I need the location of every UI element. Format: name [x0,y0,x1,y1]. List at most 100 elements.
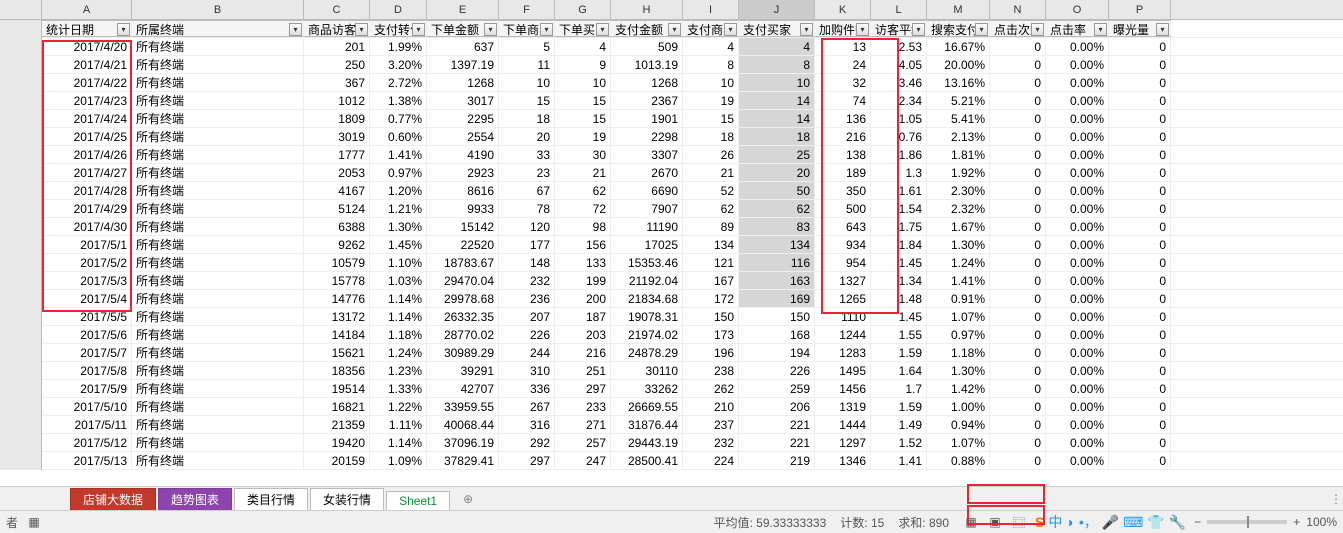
cell[interactable]: 18 [683,128,739,145]
cell[interactable]: 2017/5/6 [42,326,132,343]
cell[interactable]: 1.59 [871,398,927,415]
cell[interactable]: 4 [683,38,739,55]
cell[interactable]: 13 [815,38,871,55]
table-row[interactable]: 2017/4/22所有终端3672.72%1268101012681010323… [0,74,1343,92]
table-row[interactable]: 2017/5/6所有终端141841.18%28770.022262032197… [0,326,1343,344]
table-row[interactable]: 2017/5/13所有终端201591.09%37829.41297247285… [0,452,1343,470]
cell[interactable]: 1.99% [370,38,427,55]
cell[interactable]: 1.14% [370,434,427,451]
cell[interactable]: 1397.19 [427,56,499,73]
cell[interactable]: 2.53 [871,38,927,55]
cell[interactable]: 0.60% [370,128,427,145]
cell[interactable]: 98 [555,218,611,235]
cell[interactable]: 0.00% [1046,308,1109,325]
cell[interactable]: 4.05 [871,56,927,73]
table-row[interactable]: 2017/4/29所有终端51241.21%993378727907626250… [0,200,1343,218]
cell[interactable]: 13.16% [927,74,990,91]
cell[interactable]: 244 [499,344,555,361]
cell[interactable]: 1.92% [927,164,990,181]
table-row[interactable]: 2017/4/21所有终端2503.20%1397.191191013.1988… [0,56,1343,74]
header-cell[interactable]: 支付金额▾ [611,20,683,37]
cell[interactable]: 292 [499,434,555,451]
cell[interactable]: 42707 [427,380,499,397]
cell[interactable]: 1013.19 [611,56,683,73]
cell[interactable]: 2017/4/22 [42,74,132,91]
cell[interactable]: 83 [739,218,815,235]
cell[interactable]: 5.21% [927,92,990,109]
col-header-B[interactable]: B [132,0,304,19]
cell[interactable]: 1.24% [927,254,990,271]
cell[interactable]: 136 [815,110,871,127]
cell[interactable]: 267 [499,398,555,415]
cell[interactable]: 0.00% [1046,38,1109,55]
header-cell[interactable]: 下单商品▾ [499,20,555,37]
cell[interactable]: 637 [427,38,499,55]
cell[interactable]: 194 [739,344,815,361]
punct-icon[interactable]: •， [1079,512,1098,532]
cell[interactable]: 173 [683,326,739,343]
cell[interactable]: 207 [499,308,555,325]
cell[interactable]: 1.52 [871,434,927,451]
cell[interactable]: 1.30% [370,218,427,235]
header-cell[interactable]: 搜索支付▾ [927,20,990,37]
skin-icon[interactable]: 👕 [1147,514,1164,531]
cell[interactable]: 934 [815,236,871,253]
cell[interactable]: 0 [990,38,1046,55]
cell[interactable]: 0.00% [1046,182,1109,199]
cell[interactable]: 32 [815,74,871,91]
cell[interactable]: 0 [1109,56,1171,73]
cell[interactable]: 1.03% [370,272,427,289]
cell[interactable]: 148 [499,254,555,271]
cell[interactable]: 2017/5/2 [42,254,132,271]
cell[interactable]: 0 [1109,236,1171,253]
cell[interactable]: 0 [990,56,1046,73]
cell[interactable]: 所有终端 [132,398,304,415]
sheet-tab[interactable]: 女装行情 [310,488,384,510]
cell[interactable]: 1.10% [370,254,427,271]
cell[interactable]: 0.00% [1046,344,1109,361]
cell[interactable]: 2017/5/13 [42,452,132,469]
cell[interactable]: 所有终端 [132,326,304,343]
cell[interactable]: 所有终端 [132,74,304,91]
cell[interactable]: 509 [611,38,683,55]
cell[interactable]: 25 [739,146,815,163]
cell[interactable]: 297 [555,380,611,397]
cell[interactable]: 14 [739,92,815,109]
cell[interactable]: 4 [555,38,611,55]
cell[interactable]: 226 [499,326,555,343]
cell[interactable]: 1.20% [370,182,427,199]
book-icon[interactable]: ▦ [26,514,42,530]
filter-dropdown-icon[interactable]: ▾ [540,23,553,36]
cell[interactable]: 8 [683,56,739,73]
cell[interactable]: 0 [1109,92,1171,109]
cell[interactable]: 33262 [611,380,683,397]
cell[interactable]: 15 [499,92,555,109]
cell[interactable]: 2053 [304,164,370,181]
cell[interactable]: 13172 [304,308,370,325]
filter-dropdown-icon[interactable]: ▾ [1094,23,1107,36]
cell[interactable]: 所有终端 [132,254,304,271]
cell[interactable]: 0 [990,362,1046,379]
cell[interactable]: 0.94% [927,416,990,433]
cell[interactable]: 500 [815,200,871,217]
cell[interactable]: 0 [1109,272,1171,289]
table-row[interactable]: 2017/5/5所有终端131721.14%26332.352071871907… [0,308,1343,326]
cell[interactable]: 19 [683,92,739,109]
cell[interactable]: 26 [683,146,739,163]
cell[interactable]: 26332.35 [427,308,499,325]
cell[interactable]: 21192.04 [611,272,683,289]
cell[interactable]: 74 [815,92,871,109]
cell[interactable]: 1346 [815,452,871,469]
cell[interactable]: 2017/4/24 [42,110,132,127]
cell[interactable]: 189 [815,164,871,181]
cell[interactable]: 2017/4/20 [42,38,132,55]
cell[interactable]: 0 [990,308,1046,325]
cell[interactable]: 367 [304,74,370,91]
cell[interactable]: 6388 [304,218,370,235]
cell[interactable]: 1.07% [927,308,990,325]
cell[interactable]: 20 [739,164,815,181]
cell[interactable]: 203 [555,326,611,343]
cell[interactable]: 0 [990,326,1046,343]
cell[interactable]: 2670 [611,164,683,181]
cell[interactable]: 所有终端 [132,128,304,145]
